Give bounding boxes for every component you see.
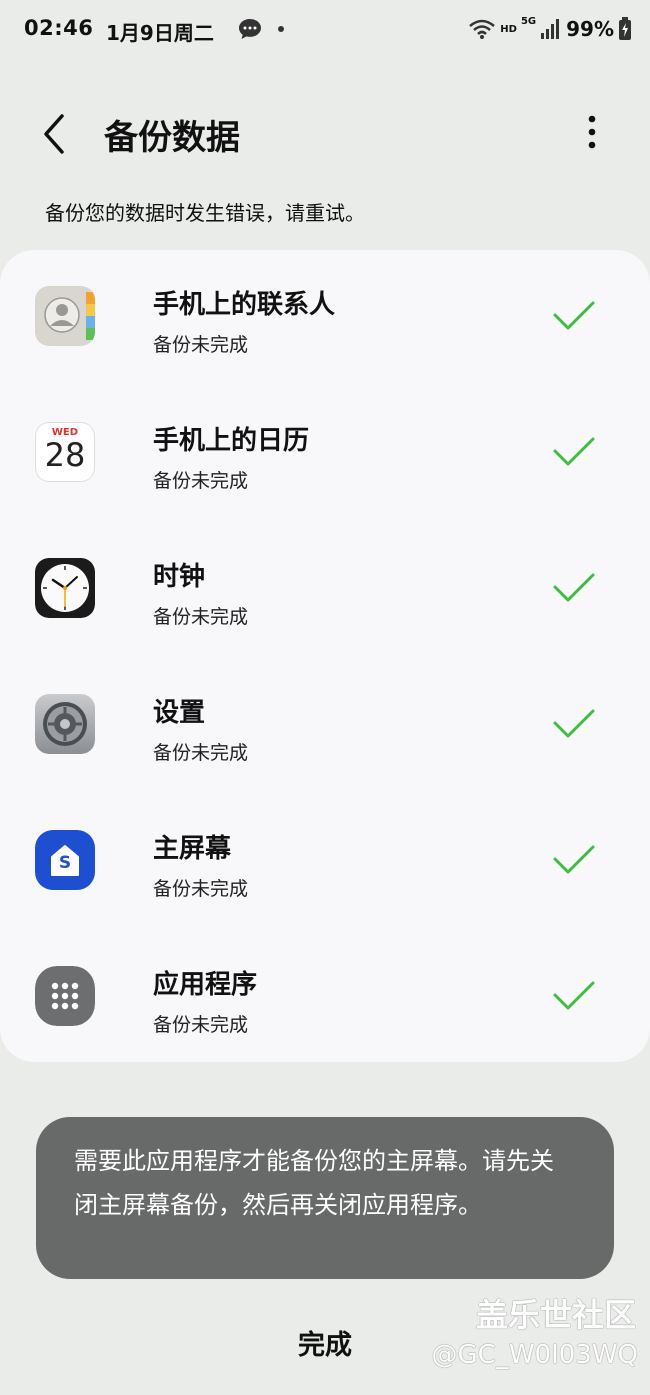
- chat-notification-icon: [239, 19, 261, 39]
- item-title: 手机上的联系人: [153, 290, 336, 320]
- hd-label: HD: [500, 23, 517, 35]
- check-icon: [553, 437, 595, 466]
- apps-icon: [35, 966, 95, 1026]
- battery-icon: [619, 17, 631, 40]
- done-button[interactable]: 完成: [0, 1323, 650, 1362]
- status-bar: 02:46 1月9日周二 HD 5G 99%: [0, 0, 650, 62]
- notification-dot-icon: [278, 26, 284, 32]
- calendar-icon: WED 28: [35, 422, 95, 482]
- home-badge-letter: S: [58, 853, 72, 873]
- clock-icon: [35, 558, 95, 618]
- signal-icon: [541, 19, 560, 39]
- home-screen-icon: S: [35, 830, 95, 890]
- list-item-contacts[interactable]: 手机上的联系人 备份未完成: [0, 250, 650, 386]
- list-item-clock[interactable]: 时钟 备份未完成: [0, 522, 650, 658]
- status-date: 1月9日周二: [106, 21, 214, 45]
- wifi-icon: [469, 19, 496, 39]
- settings-icon: [35, 694, 95, 754]
- list-item-home-screen[interactable]: S 主屏幕 备份未完成: [0, 794, 650, 930]
- item-status: 备份未完成: [153, 878, 249, 900]
- back-arrow-icon[interactable]: [36, 110, 76, 158]
- toast-message: 需要此应用程序才能备份您的主屏幕。请先关闭主屏幕备份，然后再关闭应用程序。: [36, 1117, 614, 1279]
- check-icon: [553, 845, 595, 874]
- item-status: 备份未完成: [153, 1014, 249, 1036]
- check-icon: [553, 709, 595, 738]
- item-status: 备份未完成: [153, 606, 249, 628]
- status-indicators: HD 5G 99%: [468, 14, 632, 44]
- list-item-calendar[interactable]: WED 28 手机上的日历 备份未完成: [0, 386, 650, 522]
- item-status: 备份未完成: [153, 742, 249, 764]
- check-icon: [553, 301, 595, 330]
- item-status: 备份未完成: [153, 334, 249, 356]
- page-title: 备份数据: [104, 118, 240, 158]
- item-title: 时钟: [153, 562, 206, 592]
- battery-percent: 99%: [566, 17, 614, 41]
- item-status: 备份未完成: [153, 470, 249, 492]
- item-title: 主屏幕: [153, 834, 232, 864]
- error-message: 备份您的数据时发生错误，请重试。: [45, 201, 365, 225]
- item-title: 应用程序: [153, 970, 258, 1000]
- backup-items-card: 手机上的联系人 备份未完成 WED 28 手机上的日历 备份未完成 时钟 备份未…: [0, 250, 650, 1062]
- status-time: 02:46: [24, 16, 94, 40]
- item-title: 设置: [153, 698, 206, 728]
- list-item-apps[interactable]: 应用程序 备份未完成: [0, 930, 650, 1066]
- calendar-date: 28: [44, 436, 86, 474]
- check-icon: [553, 981, 595, 1010]
- contacts-icon: [35, 286, 95, 346]
- item-title: 手机上的日历: [153, 426, 310, 456]
- check-icon: [553, 573, 595, 602]
- 5g-label: 5G: [520, 16, 537, 27]
- more-options-icon[interactable]: [575, 110, 609, 154]
- list-item-settings[interactable]: 设置 备份未完成: [0, 658, 650, 794]
